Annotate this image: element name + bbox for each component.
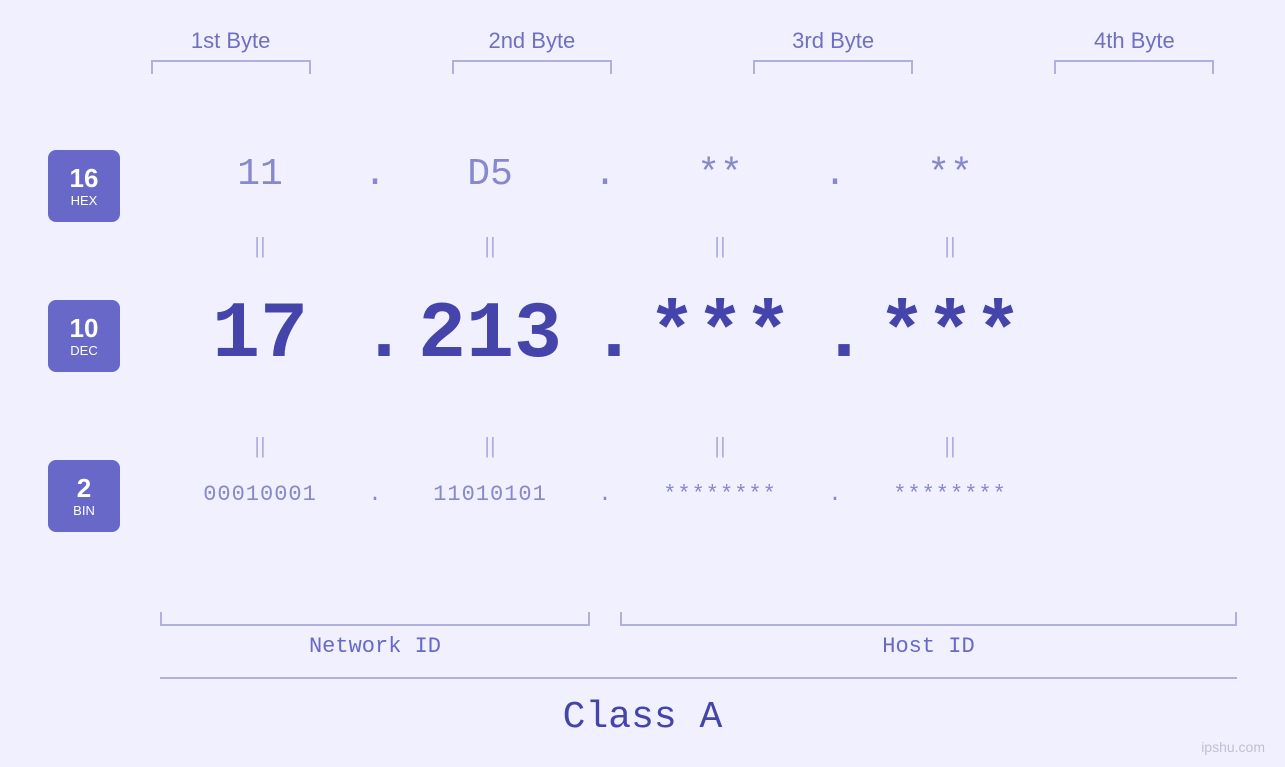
- byte-headers: 1st Byte 2nd Byte 3rd Byte 4th Byte: [0, 0, 1285, 54]
- dec-byte1: 17: [160, 290, 360, 381]
- eq1-b3: ||: [620, 233, 820, 259]
- dec-byte4: ***: [850, 290, 1050, 381]
- dec-dot3: .: [820, 290, 850, 381]
- equals-row-2: || || || ||: [0, 433, 1285, 459]
- bin-dot2: .: [590, 482, 620, 507]
- eq2-b1: ||: [160, 433, 360, 459]
- bottom-full-line: [160, 677, 1237, 679]
- bin-byte3: ********: [620, 482, 820, 507]
- bin-data-row: 00010001 . 11010101 . ******** . *******…: [0, 482, 1285, 507]
- top-brackets: [0, 60, 1285, 74]
- network-id-bracket: [160, 612, 590, 626]
- main-layout: 1st Byte 2nd Byte 3rd Byte 4th Byte 16 H…: [0, 0, 1285, 767]
- top-bracket-1: [131, 60, 331, 74]
- class-row: Class A: [0, 696, 1285, 739]
- dec-byte3: ***: [620, 290, 820, 381]
- eq2-b2: ||: [390, 433, 590, 459]
- network-id-label: Network ID: [309, 634, 441, 659]
- hex-byte3: **: [620, 153, 820, 196]
- bracket-top-4: [1054, 60, 1214, 74]
- top-bracket-2: [432, 60, 632, 74]
- hex-byte4: **: [850, 153, 1050, 196]
- dec-data-row: 17 . 213 . *** . ***: [0, 290, 1285, 381]
- eq1-sep2: [590, 233, 620, 259]
- eq2-sep3: [820, 433, 850, 459]
- bin-byte4: ********: [850, 482, 1050, 507]
- network-id-bracket-container: Network ID: [160, 612, 590, 659]
- host-id-bracket: [620, 612, 1237, 626]
- bracket-top-1: [151, 60, 311, 74]
- hex-data-row: 11 . D5 . ** . **: [0, 153, 1285, 196]
- host-id-bracket-container: Host ID: [620, 612, 1237, 659]
- class-label: Class A: [563, 696, 723, 739]
- eq1-b4: ||: [850, 233, 1050, 259]
- hex-byte1: 11: [160, 153, 360, 196]
- bin-byte2: 11010101: [390, 482, 590, 507]
- eq1-b2: ||: [390, 233, 590, 259]
- eq2-sep1: [360, 433, 390, 459]
- eq2-b4: ||: [850, 433, 1050, 459]
- top-bracket-4: [1034, 60, 1234, 74]
- header-byte1: 1st Byte: [131, 28, 331, 54]
- bracket-top-2: [452, 60, 612, 74]
- header-byte2: 2nd Byte: [432, 28, 632, 54]
- watermark: ipshu.com: [1201, 739, 1265, 755]
- hex-dot2: .: [590, 153, 620, 196]
- host-id-label: Host ID: [882, 634, 974, 659]
- eq1-sep3: [820, 233, 850, 259]
- header-byte3: 3rd Byte: [733, 28, 933, 54]
- eq1-sep1: [360, 233, 390, 259]
- bracket-top-3: [753, 60, 913, 74]
- dec-dot2: .: [590, 290, 620, 381]
- bin-dot3: .: [820, 482, 850, 507]
- hex-dot1: .: [360, 153, 390, 196]
- equals-row-1: || || || ||: [0, 233, 1285, 259]
- bin-dot1: .: [360, 482, 390, 507]
- dec-byte2: 213: [390, 290, 590, 381]
- eq2-sep2: [590, 433, 620, 459]
- top-bracket-3: [733, 60, 933, 74]
- bin-byte1: 00010001: [160, 482, 360, 507]
- hex-dot3: .: [820, 153, 850, 196]
- eq1-b1: ||: [160, 233, 360, 259]
- hex-byte2: D5: [390, 153, 590, 196]
- header-byte4: 4th Byte: [1034, 28, 1234, 54]
- dec-dot1: .: [360, 290, 390, 381]
- eq2-b3: ||: [620, 433, 820, 459]
